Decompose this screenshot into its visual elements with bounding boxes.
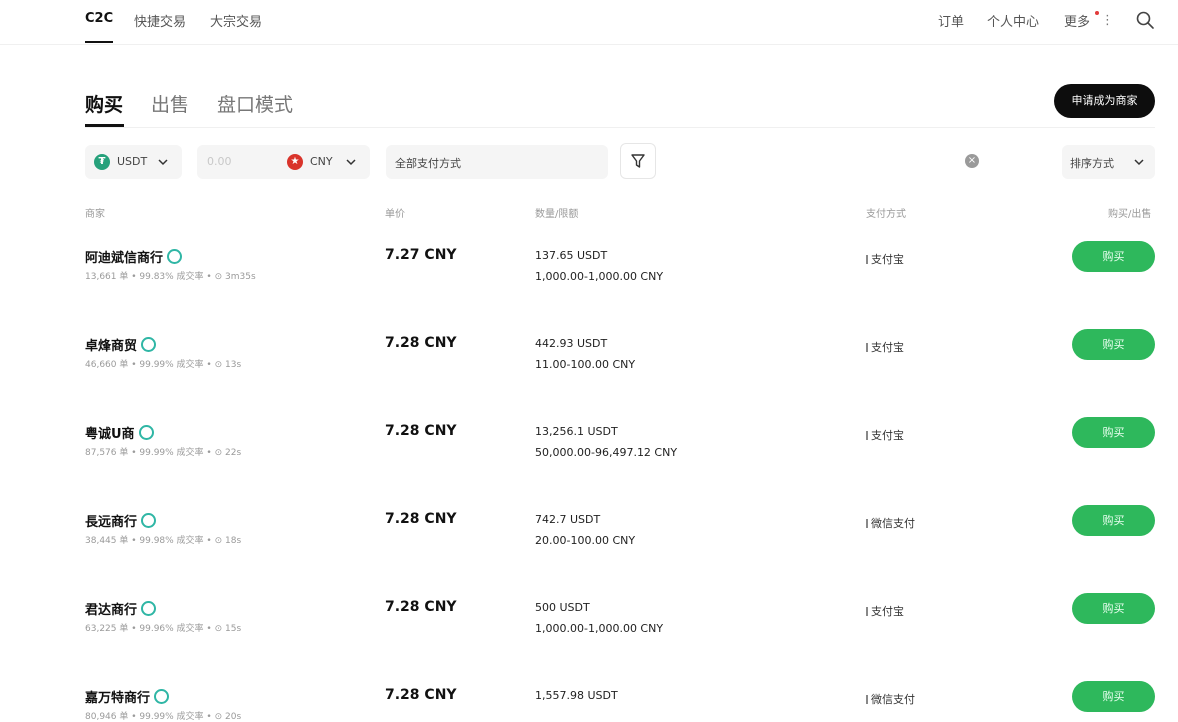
table-row: 長远商行 38,445 单 • 99.98% 成交率 • ⊙ 18s 7.28 … <box>0 505 1178 599</box>
coin-select[interactable]: ₮ USDT <box>85 145 182 179</box>
payment-method: 支付宝 <box>866 339 904 355</box>
nav-orders[interactable]: 订单 <box>938 11 964 30</box>
top-nav: C2C 快捷交易 大宗交易 订单 个人中心 更多 ⋮ <box>0 0 1178 45</box>
table-row: 阿迪斌信商行 13,661 单 • 99.83% 成交率 • ⊙ 3m35s 7… <box>0 241 1178 335</box>
payment-method: 支付宝 <box>866 427 904 443</box>
payment-method: 微信支付 <box>866 515 915 531</box>
verified-icon <box>141 601 157 616</box>
table-row: 卓烽商贸 46,660 单 • 99.99% 成交率 • ⊙ 13s 7.28 … <box>0 329 1178 423</box>
nav-block-trade[interactable]: 大宗交易 <box>210 11 262 30</box>
amount-input[interactable]: 0.00 <box>207 155 232 168</box>
clear-icon[interactable]: × <box>965 154 979 168</box>
more-vertical-icon[interactable]: ⋮ <box>1101 13 1114 28</box>
column-payment: 支付方式 <box>866 209 906 220</box>
table-row: 粤诚U商 87,576 单 • 99.99% 成交率 • ⊙ 22s 7.28 … <box>0 417 1178 511</box>
payment-method-value: 全部支付方式 <box>395 157 461 170</box>
merchant-name[interactable]: 長远商行 <box>85 511 157 530</box>
order-limit: 1,000.00-1,000.00 CNY <box>535 270 664 283</box>
available-quantity: 442.93 USDT <box>535 337 608 350</box>
nav-more[interactable]: 更多 <box>1064 11 1090 30</box>
merchant-stats: 80,946 单 • 99.99% 成交率 • ⊙ 20s <box>85 712 242 722</box>
unit-price: 7.28 CNY <box>385 511 457 527</box>
chevron-down-icon <box>1134 159 1144 166</box>
nav-quick-trade[interactable]: 快捷交易 <box>134 11 186 30</box>
buy-button[interactable]: 购买 <box>1072 593 1155 624</box>
column-merchant: 商家 <box>85 209 105 220</box>
merchant-stats: 87,576 单 • 99.99% 成交率 • ⊙ 22s <box>85 448 242 458</box>
usdt-coin-icon: ₮ <box>94 154 110 170</box>
order-limit: 20.00-100.00 CNY <box>535 534 636 547</box>
apply-merchant-button[interactable]: 申请成为商家 <box>1054 84 1155 118</box>
nav-c2c[interactable]: C2C <box>85 11 113 26</box>
table-row: 君达商行 63,225 单 • 99.96% 成交率 • ⊙ 15s 7.28 … <box>0 593 1178 687</box>
verified-icon <box>141 513 157 528</box>
verified-icon <box>154 689 170 704</box>
verified-icon <box>141 337 157 352</box>
amount-currency-field[interactable]: 0.00 ★ CNY <box>197 145 370 179</box>
order-limit: 50,000.00-96,497.12 CNY <box>535 446 678 459</box>
filter-button[interactable] <box>620 143 656 179</box>
available-quantity: 742.7 USDT <box>535 513 601 526</box>
coin-select-value: USDT <box>117 155 148 168</box>
merchant-stats: 13,661 单 • 99.83% 成交率 • ⊙ 3m35s <box>85 272 256 282</box>
tab-orderbook-mode[interactable]: 盘口模式 <box>217 90 293 117</box>
nav-active-underline <box>85 41 113 43</box>
merchant-stats: 38,445 单 • 99.98% 成交率 • ⊙ 18s <box>85 536 242 546</box>
table-row: 嘉万特商行 80,946 单 • 99.99% 成交率 • ⊙ 20s 7.28… <box>0 681 1178 722</box>
available-quantity: 500 USDT <box>535 601 590 614</box>
column-quantity-limit: 数量/限额 <box>535 209 579 220</box>
chevron-down-icon <box>346 159 356 166</box>
merchant-name[interactable]: 卓烽商贸 <box>85 335 157 354</box>
payment-method: 支付宝 <box>866 251 904 267</box>
column-action: 购买/出售 <box>1108 209 1152 220</box>
payment-method: 支付宝 <box>866 603 904 619</box>
chevron-down-icon <box>158 159 168 166</box>
verified-icon <box>138 425 154 440</box>
merchant-name[interactable]: 嘉万特商行 <box>85 687 170 706</box>
merchant-name[interactable]: 阿迪斌信商行 <box>85 247 183 266</box>
order-limit: 11.00-100.00 CNY <box>535 358 636 371</box>
tabs-divider <box>85 127 1155 128</box>
cny-flag-icon: ★ <box>287 154 303 170</box>
nav-profile[interactable]: 个人中心 <box>987 11 1039 30</box>
tab-buy[interactable]: 购买 <box>85 90 123 117</box>
unit-price: 7.28 CNY <box>385 423 457 439</box>
merchant-name[interactable]: 君达商行 <box>85 599 157 618</box>
column-price: 单价 <box>385 209 405 220</box>
available-quantity: 1,557.98 USDT <box>535 689 618 702</box>
available-quantity: 137.65 USDT <box>535 249 608 262</box>
sort-select[interactable]: 排序方式 <box>1062 145 1155 179</box>
unit-price: 7.27 CNY <box>385 247 457 263</box>
buy-button[interactable]: 购买 <box>1072 417 1155 448</box>
unit-price: 7.28 CNY <box>385 335 457 351</box>
buy-button[interactable]: 购买 <box>1072 681 1155 712</box>
payment-method-select[interactable]: 全部支付方式 × <box>386 145 979 179</box>
merchant-stats: 46,660 单 • 99.99% 成交率 • ⊙ 13s <box>85 360 242 370</box>
buy-button[interactable]: 购买 <box>1072 505 1155 536</box>
filter-icon <box>631 154 645 168</box>
order-limit: 1,000.00-1,000.00 CNY <box>535 622 664 635</box>
verified-icon <box>167 249 183 264</box>
tab-sell[interactable]: 出售 <box>151 90 189 117</box>
currency-select-value[interactable]: CNY <box>310 155 333 168</box>
available-quantity: 13,256.1 USDT <box>535 425 618 438</box>
search-icon[interactable] <box>1135 10 1155 30</box>
notification-dot <box>1095 11 1099 15</box>
merchant-stats: 63,225 单 • 99.96% 成交率 • ⊙ 15s <box>85 624 242 634</box>
buy-button[interactable]: 购买 <box>1072 329 1155 360</box>
merchant-name[interactable]: 粤诚U商 <box>85 423 154 442</box>
sort-select-value: 排序方式 <box>1070 157 1114 170</box>
buy-button[interactable]: 购买 <box>1072 241 1155 272</box>
unit-price: 7.28 CNY <box>385 687 457 703</box>
unit-price: 7.28 CNY <box>385 599 457 615</box>
payment-method: 微信支付 <box>866 691 915 707</box>
